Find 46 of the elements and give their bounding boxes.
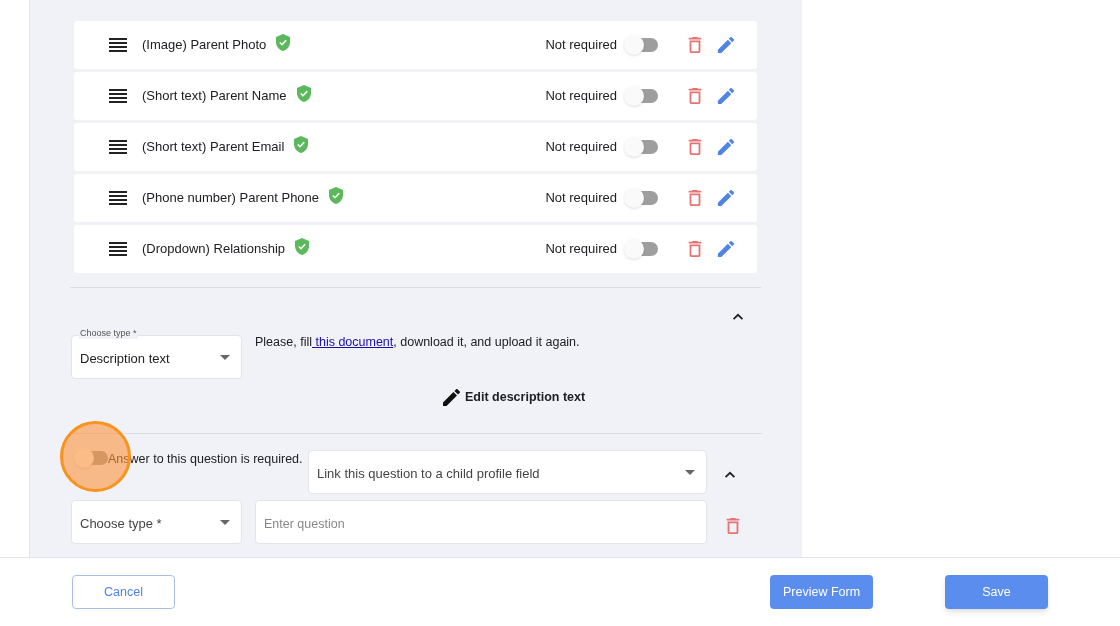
- description-text: Please, fill this document, download it, and upload it again.: [255, 334, 580, 351]
- dropdown-caret-icon: [220, 519, 230, 525]
- required-label: Answer to this question is required.: [108, 451, 303, 468]
- dropdown-caret-icon: [220, 354, 230, 360]
- required-label: Not required: [545, 189, 617, 208]
- toggle-switch[interactable]: [626, 89, 658, 103]
- required-label: Not required: [545, 36, 617, 55]
- pencil-icon: [443, 388, 460, 406]
- profile-field-select[interactable]: Link this question to a child profile field: [308, 450, 707, 494]
- drag-handle-icon[interactable]: [109, 89, 127, 103]
- delete-icon[interactable]: [686, 36, 704, 54]
- required-label: Not required: [545, 240, 617, 259]
- toggle-switch[interactable]: [626, 242, 658, 256]
- required-label: Not required: [545, 138, 617, 157]
- drag-handle-icon[interactable]: [109, 242, 127, 256]
- field-label: (Phone number) Parent Phone: [142, 189, 320, 208]
- edit-icon[interactable]: [717, 36, 735, 54]
- edit-description-button[interactable]: Edit description text: [443, 388, 586, 407]
- question-input[interactable]: Enter question: [255, 500, 707, 544]
- cancel-button[interactable]: Cancel: [72, 575, 175, 609]
- toggle-switch[interactable]: [626, 140, 658, 154]
- field-label: (Image) Parent Photo: [142, 36, 267, 55]
- select-label: Choose type *: [79, 328, 138, 339]
- field-label: (Dropdown) Relationship: [142, 240, 286, 259]
- chevron-up-icon[interactable]: [732, 313, 744, 321]
- type-select[interactable]: Choose type *: [71, 500, 242, 544]
- edit-icon[interactable]: [717, 87, 735, 105]
- edit-icon[interactable]: [717, 240, 735, 258]
- toggle-switch[interactable]: [626, 191, 658, 205]
- toggle-switch[interactable]: [626, 38, 658, 52]
- required-label: Not required: [545, 87, 617, 106]
- dropdown-caret-icon: [685, 469, 695, 475]
- field-label: (Short text) Parent Email: [142, 138, 285, 157]
- edit-icon[interactable]: [717, 189, 735, 207]
- drag-handle-icon[interactable]: [109, 140, 127, 154]
- delete-icon[interactable]: [686, 87, 704, 105]
- delete-icon[interactable]: [686, 189, 704, 207]
- drag-handle-icon[interactable]: [109, 38, 127, 52]
- toggle-switch[interactable]: [76, 451, 108, 465]
- delete-icon[interactable]: [686, 138, 704, 156]
- chevron-up-icon[interactable]: [724, 471, 736, 479]
- field-label: (Short text) Parent Name: [142, 87, 287, 106]
- drag-handle-icon[interactable]: [109, 191, 127, 205]
- delete-icon[interactable]: [724, 517, 742, 535]
- delete-icon[interactable]: [686, 240, 704, 258]
- edit-icon[interactable]: [717, 138, 735, 156]
